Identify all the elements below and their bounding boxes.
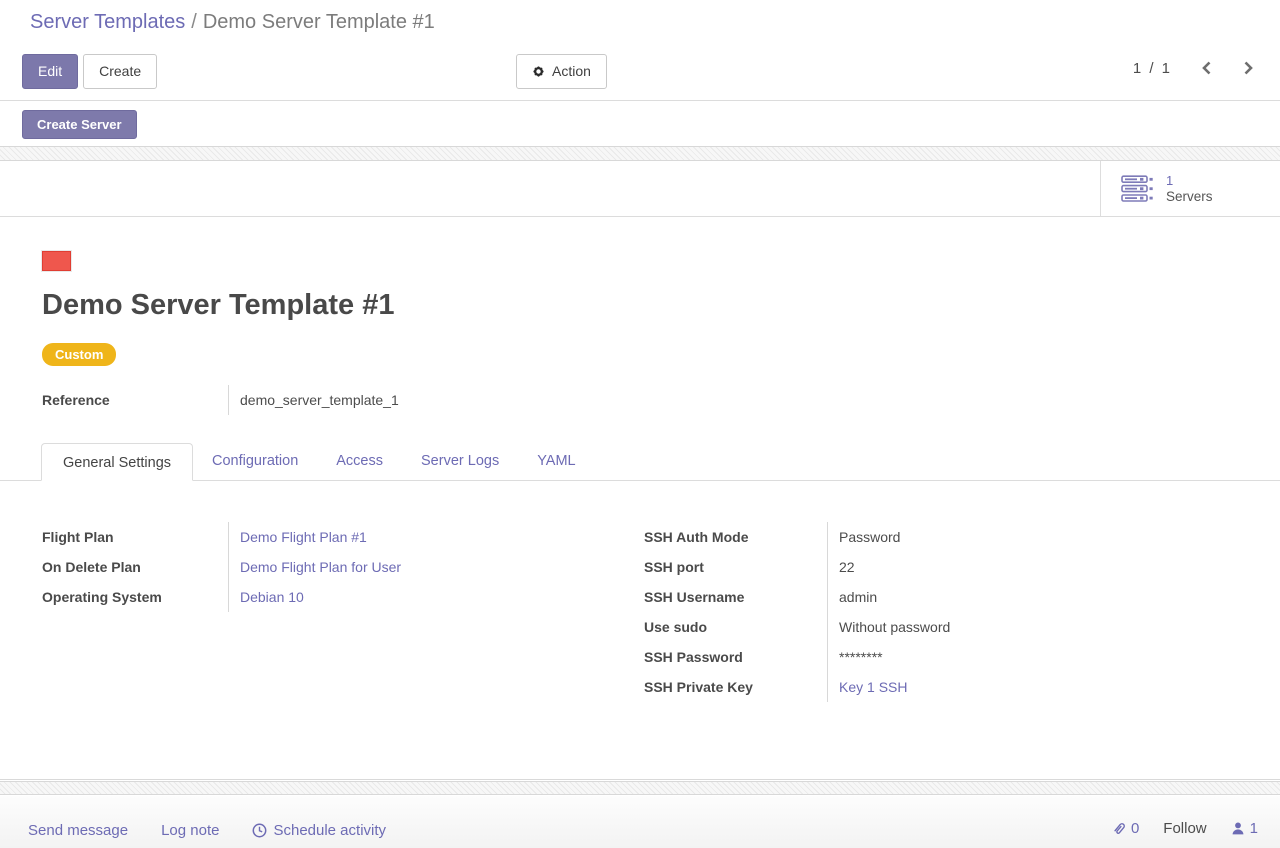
field-label-use-sudo: Use sudo <box>644 612 827 642</box>
tab-yaml[interactable]: YAML <box>518 442 594 480</box>
field-label-flight-plan: Flight Plan <box>42 522 228 552</box>
breadcrumb-parent-link[interactable]: Server Templates <box>30 11 185 33</box>
pager: 1 / 1 <box>1133 58 1256 78</box>
field-value-ssh-auth-mode: Password <box>827 522 1250 552</box>
field-label-operating-system: Operating System <box>42 582 228 612</box>
control-panel-buttons: Edit Create <box>22 54 157 89</box>
paperclip-icon <box>1112 821 1127 837</box>
field-label-ssh-private-key: SSH Private Key <box>644 672 827 702</box>
divider-band-bottom <box>0 781 1280 795</box>
followers-button[interactable]: 1 <box>1231 820 1258 837</box>
field-value-operating-system-link[interactable]: Debian 10 <box>240 589 304 605</box>
breadcrumb-current: Demo Server Template #1 <box>203 11 435 33</box>
gear-icon <box>532 65 545 78</box>
send-message-link[interactable]: Send message <box>28 822 128 839</box>
divider-band-top <box>0 146 1280 161</box>
field-value-ssh-private-key-link[interactable]: Key 1 SSH <box>839 679 907 695</box>
stat-text: 1 Servers <box>1166 173 1213 205</box>
chatter: Send message Log note Schedule activity … <box>0 796 1280 848</box>
reference-row: Reference demo_server_template_1 <box>42 385 602 415</box>
server-stack-icon <box>1121 175 1154 203</box>
attachments-button[interactable]: 0 <box>1112 820 1139 837</box>
field-value-on-delete-plan-link[interactable]: Demo Flight Plan for User <box>240 559 401 575</box>
control-panel: Server Templates / Demo Server Template #1… <box>0 0 1280 101</box>
field-label-ssh-auth-mode: SSH Auth Mode <box>644 522 827 552</box>
servers-stat-button[interactable]: 1 Servers <box>1100 161 1280 216</box>
log-note-link[interactable]: Log note <box>161 822 219 839</box>
page: Server Templates / Demo Server Template #1… <box>0 0 1280 848</box>
form-sheet: Demo Server Template #1 Custom Reference… <box>0 217 1280 780</box>
field-value-ssh-password: ******** <box>827 642 1250 672</box>
chevron-right-icon <box>1243 60 1254 76</box>
field-label-ssh-password: SSH Password <box>644 642 827 672</box>
tab-general-settings[interactable]: General Settings <box>41 443 193 481</box>
edit-button[interactable]: Edit <box>22 54 78 89</box>
person-icon <box>1231 821 1245 836</box>
reference-value: demo_server_template_1 <box>228 385 602 415</box>
stat-label: Servers <box>1166 189 1213 205</box>
pager-next-button[interactable] <box>1241 58 1256 78</box>
tab-access[interactable]: Access <box>317 442 402 480</box>
create-server-button[interactable]: Create Server <box>22 110 137 139</box>
tab-server-logs[interactable]: Server Logs <box>402 442 518 480</box>
clock-icon <box>252 823 267 838</box>
action-button[interactable]: Action <box>516 54 607 89</box>
follow-button[interactable]: Follow <box>1163 820 1206 837</box>
attachment-count: 0 <box>1131 820 1139 837</box>
field-value-flight-plan-link[interactable]: Demo Flight Plan #1 <box>240 529 367 545</box>
pager-value: 1 / 1 <box>1133 60 1172 77</box>
field-value-use-sudo: Without password <box>827 612 1250 642</box>
tab-configuration[interactable]: Configuration <box>193 442 317 480</box>
field-label-ssh-port: SSH port <box>644 552 827 582</box>
notebook-tabs: General Settings Configuration Access Se… <box>0 442 1280 481</box>
chevron-left-icon <box>1201 60 1212 76</box>
stat-value: 1 <box>1166 173 1213 189</box>
schedule-activity-link[interactable]: Schedule activity <box>252 822 386 839</box>
chatter-links: Send message Log note Schedule activity <box>28 822 386 839</box>
action-button-label: Action <box>552 62 591 81</box>
field-label-on-delete-plan: On Delete Plan <box>42 552 228 582</box>
field-label-ssh-username: SSH Username <box>644 582 827 612</box>
create-button[interactable]: Create <box>83 54 157 89</box>
breadcrumb-separator: / <box>191 11 197 33</box>
field-value-ssh-port: 22 <box>827 552 1250 582</box>
reference-label: Reference <box>42 385 228 415</box>
breadcrumb: Server Templates / Demo Server Template #1 <box>30 11 435 34</box>
statusbar: Create Server <box>0 102 1280 146</box>
left-field-group: Flight Plan Demo Flight Plan #1 On Delet… <box>42 522 602 612</box>
chatter-right: 0 Follow 1 <box>1112 820 1258 837</box>
field-value-ssh-username: admin <box>827 582 1250 612</box>
follower-count: 1 <box>1250 820 1258 837</box>
page-title: Demo Server Template #1 <box>42 289 394 322</box>
pager-previous-button[interactable] <box>1199 58 1214 78</box>
custom-badge: Custom <box>42 343 116 366</box>
schedule-activity-label: Schedule activity <box>273 822 386 839</box>
stat-strip: 1 Servers <box>0 161 1280 217</box>
record-image[interactable] <box>42 251 71 271</box>
right-field-group: SSH Auth Mode Password SSH port 22 SSH U… <box>644 522 1250 702</box>
